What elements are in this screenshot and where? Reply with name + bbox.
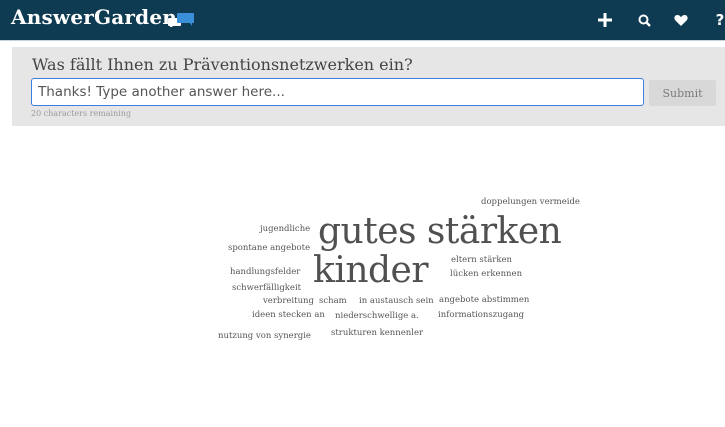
cloud-word[interactable]: angebote abstimmen [439,295,529,305]
cloud-word[interactable]: gutes stärken [318,211,562,252]
plus-icon[interactable] [594,10,616,30]
cloud-word[interactable]: ideen stecken an [252,310,325,320]
cloud-word[interactable]: schwerfälligkeit [232,283,301,293]
cloud-word[interactable]: verbreitung [263,296,314,306]
answer-input[interactable] [31,78,644,106]
cloud-word[interactable]: handlungsfelder [230,267,300,277]
word-cloud: doppelungen vermeide jugendliche gutes s… [12,126,725,427]
cloud-word[interactable]: scham [319,296,347,306]
cloud-word[interactable]: eltern stärken [451,255,512,265]
top-nav-bar: AnswerGarden ? [0,0,725,41]
cloud-word[interactable]: in austausch sein [359,296,434,306]
cloud-word[interactable]: doppelungen vermeide [481,197,580,207]
question-title: Was fällt Ihnen zu Präventionsnetzwerken… [32,55,413,74]
brand-logo-text[interactable]: AnswerGarden [11,5,177,29]
cloud-word[interactable]: strukturen kennenler [331,328,423,338]
characters-remaining: 20 characters remaining [31,109,132,118]
help-icon[interactable]: ? [709,10,725,30]
chat-bubbles-icon [168,13,194,27]
cloud-word[interactable]: lücken erkennen [450,269,522,279]
cloud-word[interactable]: spontane angebote [228,243,310,253]
cloud-word[interactable]: nutzung von synergie [218,331,311,341]
submit-button[interactable]: Submit [649,80,716,106]
cloud-word[interactable]: kinder [313,250,429,291]
heart-icon[interactable] [670,10,692,30]
cloud-word[interactable]: niederschwellige a. [335,311,419,321]
cloud-word[interactable]: informationszugang [438,310,524,320]
search-icon[interactable] [633,10,655,30]
question-panel: Was fällt Ihnen zu Präventionsnetzwerken… [12,47,725,126]
cloud-word[interactable]: jugendliche [260,224,310,234]
